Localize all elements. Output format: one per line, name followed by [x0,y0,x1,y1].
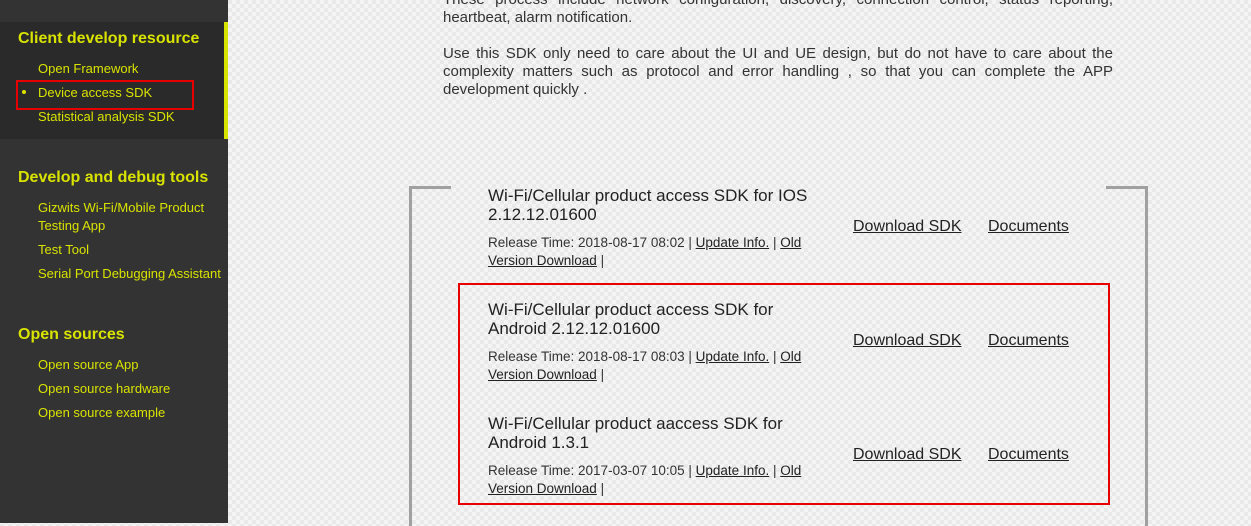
documents-link[interactable]: Documents [988,218,1069,236]
sidebar-section-title-tools: Develop and debug tools [18,169,209,186]
highlight-box-sidebar [16,80,194,110]
panel-bracket-right [1106,186,1148,526]
sidebar-section-title-open-sources: Open sources [18,326,125,343]
sidebar-section-title-client: Client develop resource [18,30,200,47]
sidebar-item-serial-port-assistant[interactable]: Serial Port Debugging Assistant [38,265,221,283]
sidebar-item-open-framework[interactable]: Open Framework [38,60,138,78]
separator: | [600,253,605,268]
sidebar-item-open-source-app[interactable]: Open source App [38,356,138,374]
sidebar-item-statistical-analysis-sdk[interactable]: Statistical analysis SDK [38,108,175,126]
sidebar-item-testing-app[interactable]: Gizwits Wi-Fi/Mobile Product Testing App [38,199,218,235]
separator: | [772,235,777,250]
release-time: Release Time: 2018-08-17 08:02 | [488,235,692,250]
sidebar-item-open-source-hardware[interactable]: Open source hardware [38,380,170,398]
download-sdk-link[interactable]: Download SDK [853,218,962,236]
intro-paragraph-2: Use this SDK only need to care about the… [443,45,1113,98]
panel-bracket-left [409,186,451,526]
intro-paragraph-1: These process include network configurat… [443,0,1113,26]
highlight-box-android-sdks [458,283,1110,505]
sdk-title: Wi-Fi/Cellular product access SDK for IO… [488,186,808,224]
sidebar: Client develop resource Open Framework D… [0,0,228,523]
update-info-link[interactable]: Update Info. [696,235,770,250]
sidebar-item-test-tool[interactable]: Test Tool [38,241,89,259]
sidebar-item-open-source-example[interactable]: Open source example [38,404,165,422]
sdk-meta: Release Time: 2018-08-17 08:02 | Update … [488,234,833,270]
